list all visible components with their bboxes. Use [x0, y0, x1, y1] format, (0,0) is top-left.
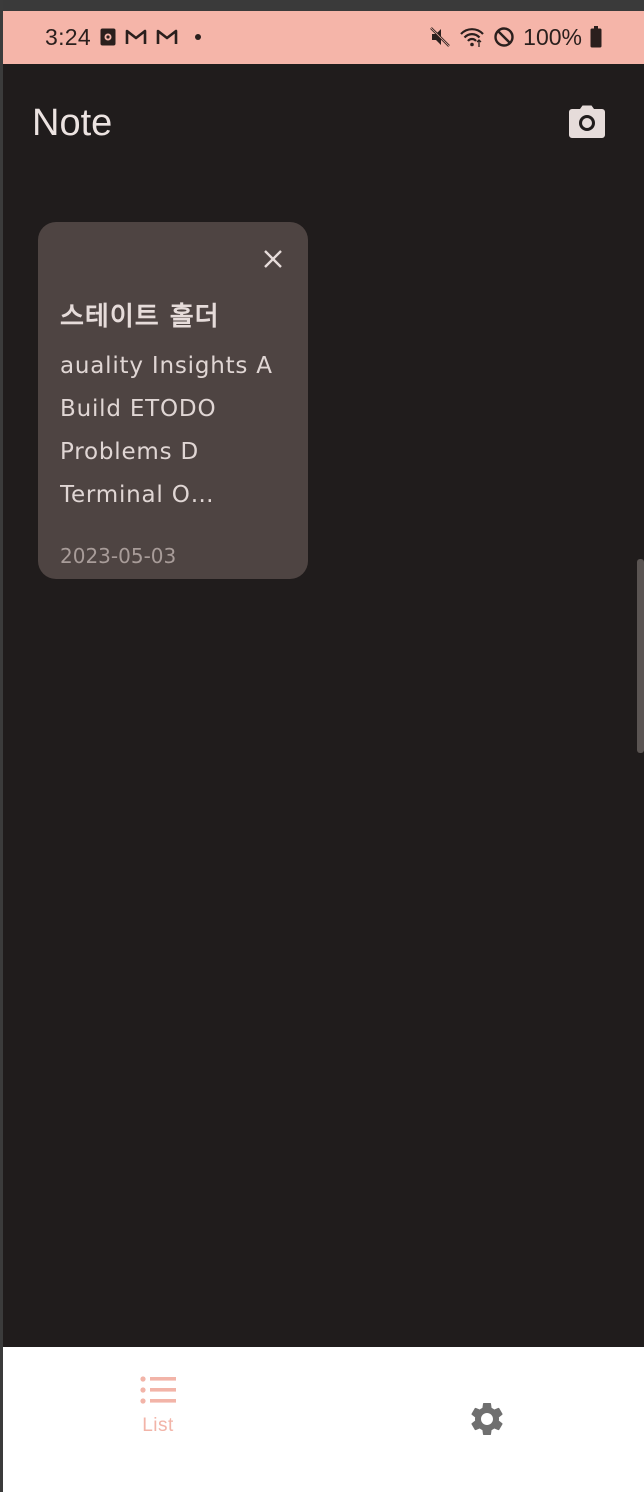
- gmail-icon: [156, 29, 178, 45]
- battery-percent: 100%: [523, 23, 582, 50]
- camera-icon: [569, 105, 605, 138]
- status-time: 3:24: [45, 23, 91, 50]
- nav-item-settings[interactable]: [461, 1393, 513, 1445]
- scrollbar[interactable]: [637, 559, 644, 753]
- note-body-line: Build ETODO: [60, 396, 217, 422]
- note-body-line: Terminal O…: [60, 482, 215, 508]
- do-not-disturb-icon: [493, 26, 515, 48]
- phone-screen: 3:24 100% Note 스테이트 홀더 auality Insights …: [3, 11, 644, 1492]
- bottom-navigation: List: [3, 1347, 644, 1492]
- note-body-line: auality Insights A: [60, 353, 273, 379]
- battery-icon: [590, 26, 602, 48]
- status-left: 3:24: [45, 23, 201, 50]
- notification-dot: [194, 34, 201, 40]
- note-card[interactable]: 스테이트 홀더 auality Insights A Build ETODO P…: [38, 222, 308, 579]
- close-icon: [264, 250, 282, 268]
- note-body: auality Insights A Build ETODO Problems …: [60, 345, 296, 517]
- app-bar: Note: [3, 64, 644, 182]
- note-body-line: Problems D: [60, 439, 200, 465]
- notification-app-icon: [100, 28, 116, 46]
- wifi-icon: [459, 26, 485, 48]
- status-right: 100%: [429, 23, 602, 50]
- gmail-icon: [125, 29, 147, 45]
- gear-icon: [471, 1403, 503, 1435]
- note-date: 2023-05-03: [60, 544, 177, 568]
- mute-icon: [429, 26, 451, 48]
- list-icon: [140, 1376, 176, 1404]
- note-title: 스테이트 홀더: [60, 302, 220, 332]
- window-frame-top: [0, 0, 644, 11]
- status-bar: 3:24 100%: [3, 11, 644, 64]
- delete-note-button[interactable]: [256, 242, 290, 276]
- camera-button[interactable]: [565, 100, 609, 144]
- nav-item-list[interactable]: List: [121, 1375, 195, 1465]
- nav-item-list-label: List: [142, 1415, 174, 1436]
- page-title: Note: [32, 102, 113, 144]
